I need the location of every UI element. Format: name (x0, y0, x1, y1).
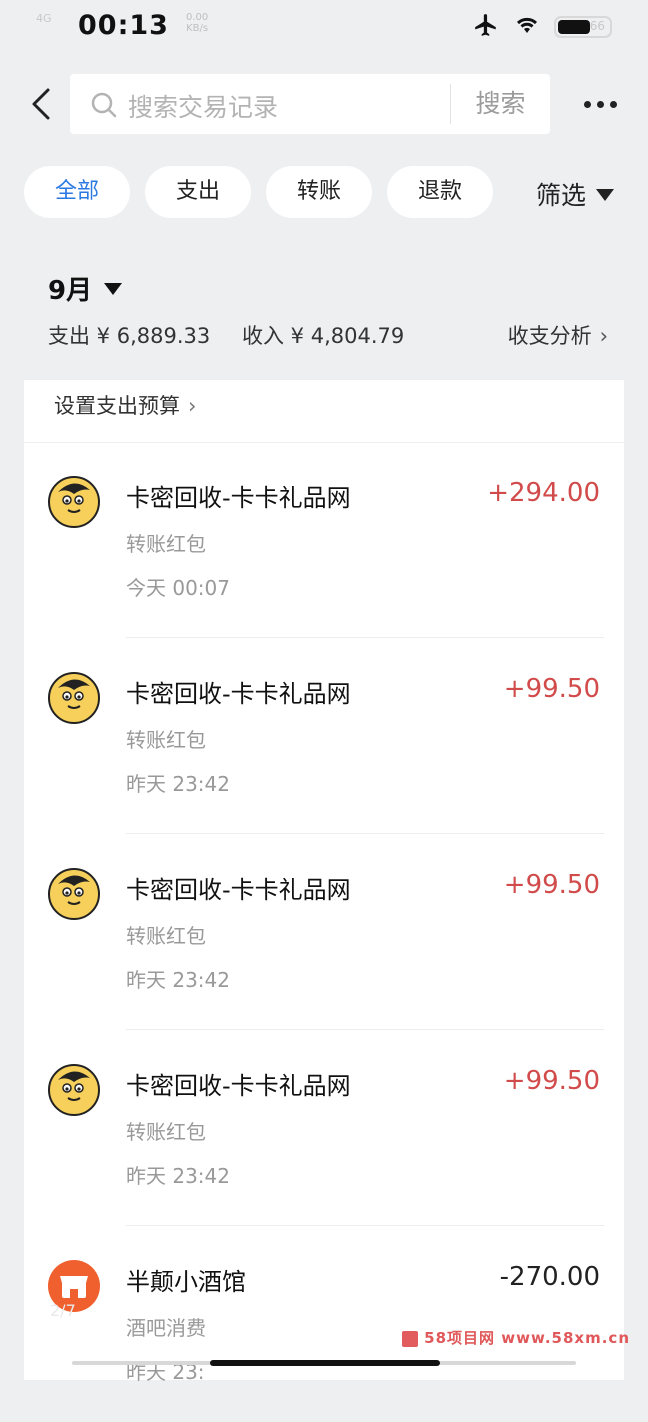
network-speed: 0.00 KB/s (186, 12, 209, 34)
expense-total: 支出 ¥ 6,889.33 (48, 324, 211, 348)
wifi-icon (514, 14, 540, 40)
transaction-type: 转账红包 (126, 728, 206, 752)
filter-bar: 全部 支出 转账 退款 筛选 (0, 166, 648, 220)
search-input[interactable]: 搜索交易记录 (128, 88, 278, 124)
transaction-amount: +294.00 (487, 478, 600, 508)
transaction-amount: +99.50 (503, 870, 600, 900)
transaction-time: 昨天 23:42 (126, 772, 230, 796)
search-button[interactable]: 搜索 (451, 74, 550, 134)
transaction-amount: +99.50 (503, 674, 600, 704)
transaction-amount: -270.00 (499, 1262, 600, 1292)
transaction-time: 今天 00:07 (126, 576, 230, 600)
caret-down-icon (596, 189, 615, 201)
chevron-right-icon: › (188, 394, 197, 418)
chip-transfer[interactable]: 转账 (266, 166, 372, 218)
transaction-type: 转账红包 (126, 924, 206, 948)
income-total: 收入 ¥ 4,804.79 (242, 324, 405, 348)
merchant-name: 半颠小酒馆 (126, 1268, 246, 1296)
more-options-button[interactable] (578, 90, 622, 118)
status-icons: 66 (472, 12, 612, 42)
more-dot-icon (596, 100, 604, 108)
month-selector[interactable]: 9月 (48, 270, 123, 307)
chevron-right-icon: › (599, 324, 608, 348)
merchant-name: 卡密回收-卡卡礼品网 (126, 484, 351, 512)
transaction-type: 转账红包 (126, 532, 206, 556)
merchant-name: 卡密回收-卡卡礼品网 (126, 680, 351, 708)
status-bar: 4G 00:13 0.00 KB/s 66 (0, 0, 648, 52)
home-indicator[interactable] (210, 1360, 440, 1366)
watermark-logo-icon (402, 1330, 419, 1347)
airplane-icon (472, 12, 500, 42)
transaction-time: 昨天 23:42 (126, 968, 230, 992)
transaction-type: 酒吧消费 (126, 1316, 206, 1340)
more-dot-icon (583, 100, 591, 108)
battery-icon: 66 (554, 16, 612, 38)
merchant-name: 卡密回收-卡卡礼品网 (126, 1072, 351, 1100)
transaction-row[interactable]: 卡密回收-卡卡礼品网 转账红包 昨天 23:42 +99.50 (24, 834, 624, 1030)
search-header: 搜索交易记录 搜索 (0, 72, 648, 136)
search-bar[interactable]: 搜索交易记录 搜索 (70, 74, 550, 134)
chevron-left-icon (32, 88, 50, 120)
watermark: 58项目网 www.58xm.cn (402, 1327, 630, 1348)
transaction-amount: +99.50 (503, 1066, 600, 1096)
transaction-time: 昨天 23:42 (126, 1164, 230, 1188)
chip-all[interactable]: 全部 (24, 166, 130, 218)
back-button[interactable] (22, 82, 62, 126)
transaction-row[interactable]: 卡密回收-卡卡礼品网 转账红包 昨天 23:42 +99.50 (24, 638, 624, 834)
merchant-name: 卡密回收-卡卡礼品网 (126, 876, 351, 904)
merchant-avatar-icon (48, 672, 100, 724)
merchant-avatar-icon (48, 476, 100, 528)
transaction-type: 转账红包 (126, 1120, 206, 1144)
page-indicator: 2/7 (50, 1301, 76, 1320)
transaction-row[interactable]: 卡密回收-卡卡礼品网 转账红包 昨天 23:42 +99.50 (24, 1030, 624, 1226)
budget-link[interactable]: 设置支出预算 › (54, 390, 196, 420)
transaction-row[interactable]: 半颠小酒馆 酒吧消费 昨天 23: -270.00 (24, 1226, 624, 1422)
merchant-avatar-icon (48, 1064, 100, 1116)
chip-refund[interactable]: 退款 (387, 166, 493, 218)
month-summary: 支出 ¥ 6,889.33 收入 ¥ 4,804.79 收支分析 › (48, 320, 608, 352)
clock: 00:13 (78, 10, 169, 41)
transaction-row[interactable]: 卡密回收-卡卡礼品网 转账红包 今天 00:07 +294.00 (24, 442, 624, 638)
caret-down-icon (104, 282, 123, 295)
filter-button[interactable]: 筛选 (536, 176, 615, 212)
chip-expense[interactable]: 支出 (145, 166, 251, 218)
analysis-link[interactable]: 收支分析 › (508, 320, 608, 350)
network-type: 4G (36, 12, 52, 25)
merchant-avatar-icon (48, 868, 100, 920)
more-dot-icon (609, 100, 617, 108)
search-icon (90, 91, 118, 123)
transaction-list: 设置支出预算 › 卡密回收-卡卡礼品网 转账红包 今天 00:07 +294.00… (24, 380, 624, 1384)
